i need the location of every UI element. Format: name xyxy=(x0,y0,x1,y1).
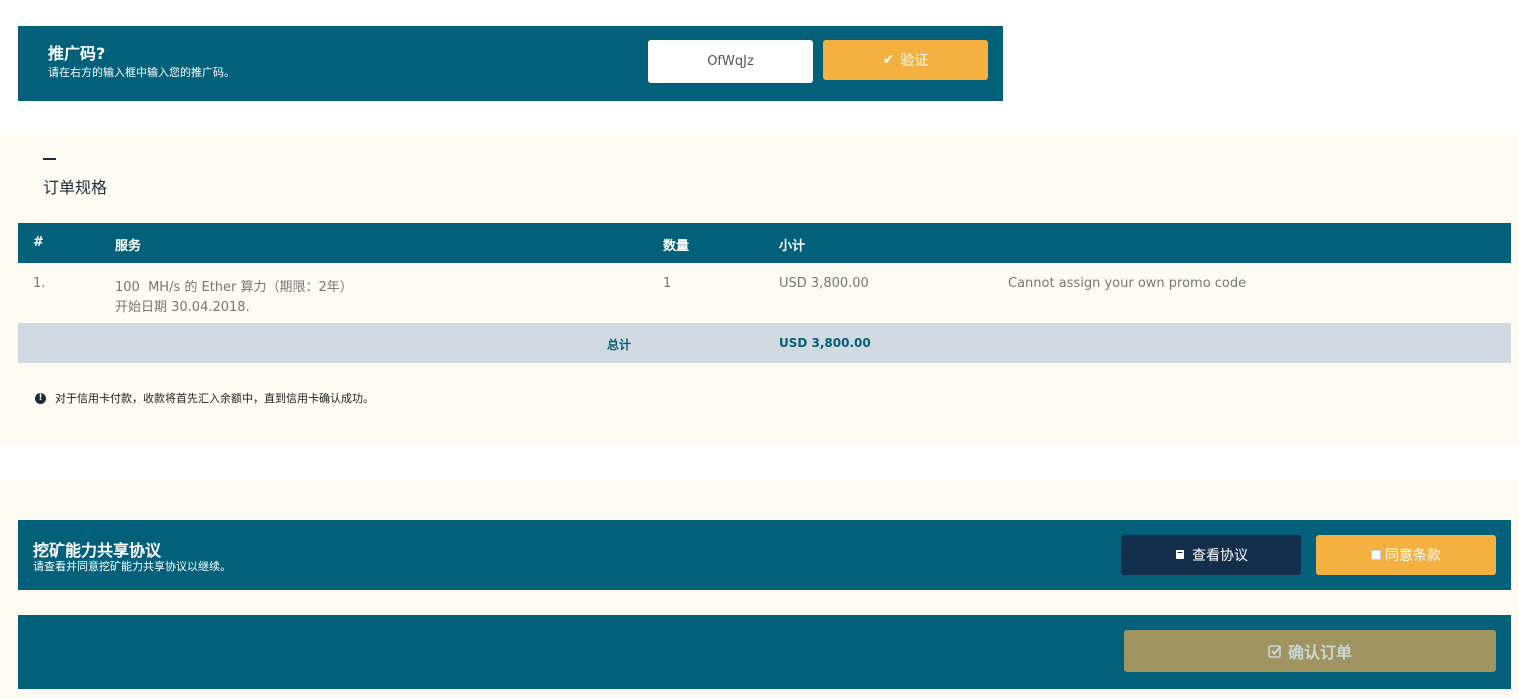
total-row: 总计 USD 3,800.00 xyxy=(18,323,1511,363)
row-subtotal: USD 3,800.00 xyxy=(779,276,869,291)
confirm-order-label: 确认订单 xyxy=(1287,643,1352,662)
col-quantity: 数量 xyxy=(663,239,690,254)
col-service: 服务 xyxy=(115,239,142,254)
section-divider xyxy=(43,158,56,160)
payment-note-text: 对于信用卡付款，收款将首先汇入余额中，直到信用卡确认成功。 xyxy=(55,392,374,405)
order-section: 订单规格 # 服务 数量 小计 1. 100 MH/s 的 Ether 算力（期… xyxy=(0,136,1519,444)
table-row: 1. 100 MH/s 的 Ether 算力（期限：2年） 开始日期 30.04… xyxy=(18,263,1511,323)
agreement-subtitle: 请查看并同意挖矿能力共享协议以继续。 xyxy=(33,560,231,573)
checkmark-icon: ✔ xyxy=(882,52,895,68)
agreement-bar: 挖矿能力共享协议 请查看并同意挖矿能力共享协议以继续。 查看协议 同意条款 xyxy=(18,520,1511,590)
confirm-bar: 确认订单 xyxy=(18,615,1511,689)
total-value: USD 3,800.00 xyxy=(779,336,871,350)
agreement-section: 挖矿能力共享协议 请查看并同意挖矿能力共享协议以继续。 查看协议 同意条款 确认… xyxy=(0,480,1519,698)
promo-code-input[interactable] xyxy=(648,40,813,83)
agree-terms-button[interactable]: 同意条款 xyxy=(1316,535,1496,575)
col-index: # xyxy=(33,235,44,250)
row-index: 1. xyxy=(33,276,46,291)
row-service: 100 MH/s 的 Ether 算力（期限：2年） xyxy=(115,280,353,295)
agree-terms-label: 同意条款 xyxy=(1385,548,1441,564)
promo-subtitle: 请在右方的输入框中输入您的推广码。 xyxy=(48,66,235,79)
total-label: 总计 xyxy=(607,338,632,352)
check-square-icon xyxy=(1268,645,1282,658)
col-subtotal: 小计 xyxy=(779,239,806,254)
checkbox-icon xyxy=(1371,550,1381,560)
payment-note: ! 对于信用卡付款，收款将首先汇入余额中，直到信用卡确认成功。 xyxy=(35,390,374,406)
order-table-header: # 服务 数量 小计 xyxy=(18,223,1511,263)
row-start-date: 开始日期 30.04.2018. xyxy=(115,300,250,315)
promo-code-bar: 推广码? 请在右方的输入框中输入您的推广码。 ✔ 验证 xyxy=(18,26,1003,101)
order-heading: 订单规格 xyxy=(43,178,108,197)
confirm-order-button[interactable]: 确认订单 xyxy=(1124,630,1496,672)
view-agreement-button[interactable]: 查看协议 xyxy=(1121,535,1301,575)
exclamation-icon: ! xyxy=(35,392,46,404)
verify-button-label: 验证 xyxy=(900,53,929,69)
row-message: Cannot assign your own promo code xyxy=(1008,276,1247,291)
view-agreement-label: 查看协议 xyxy=(1192,548,1248,564)
row-quantity: 1 xyxy=(663,276,672,291)
verify-button[interactable]: ✔ 验证 xyxy=(823,40,988,80)
promo-title: 推广码? xyxy=(48,44,106,63)
book-icon xyxy=(1176,550,1184,559)
